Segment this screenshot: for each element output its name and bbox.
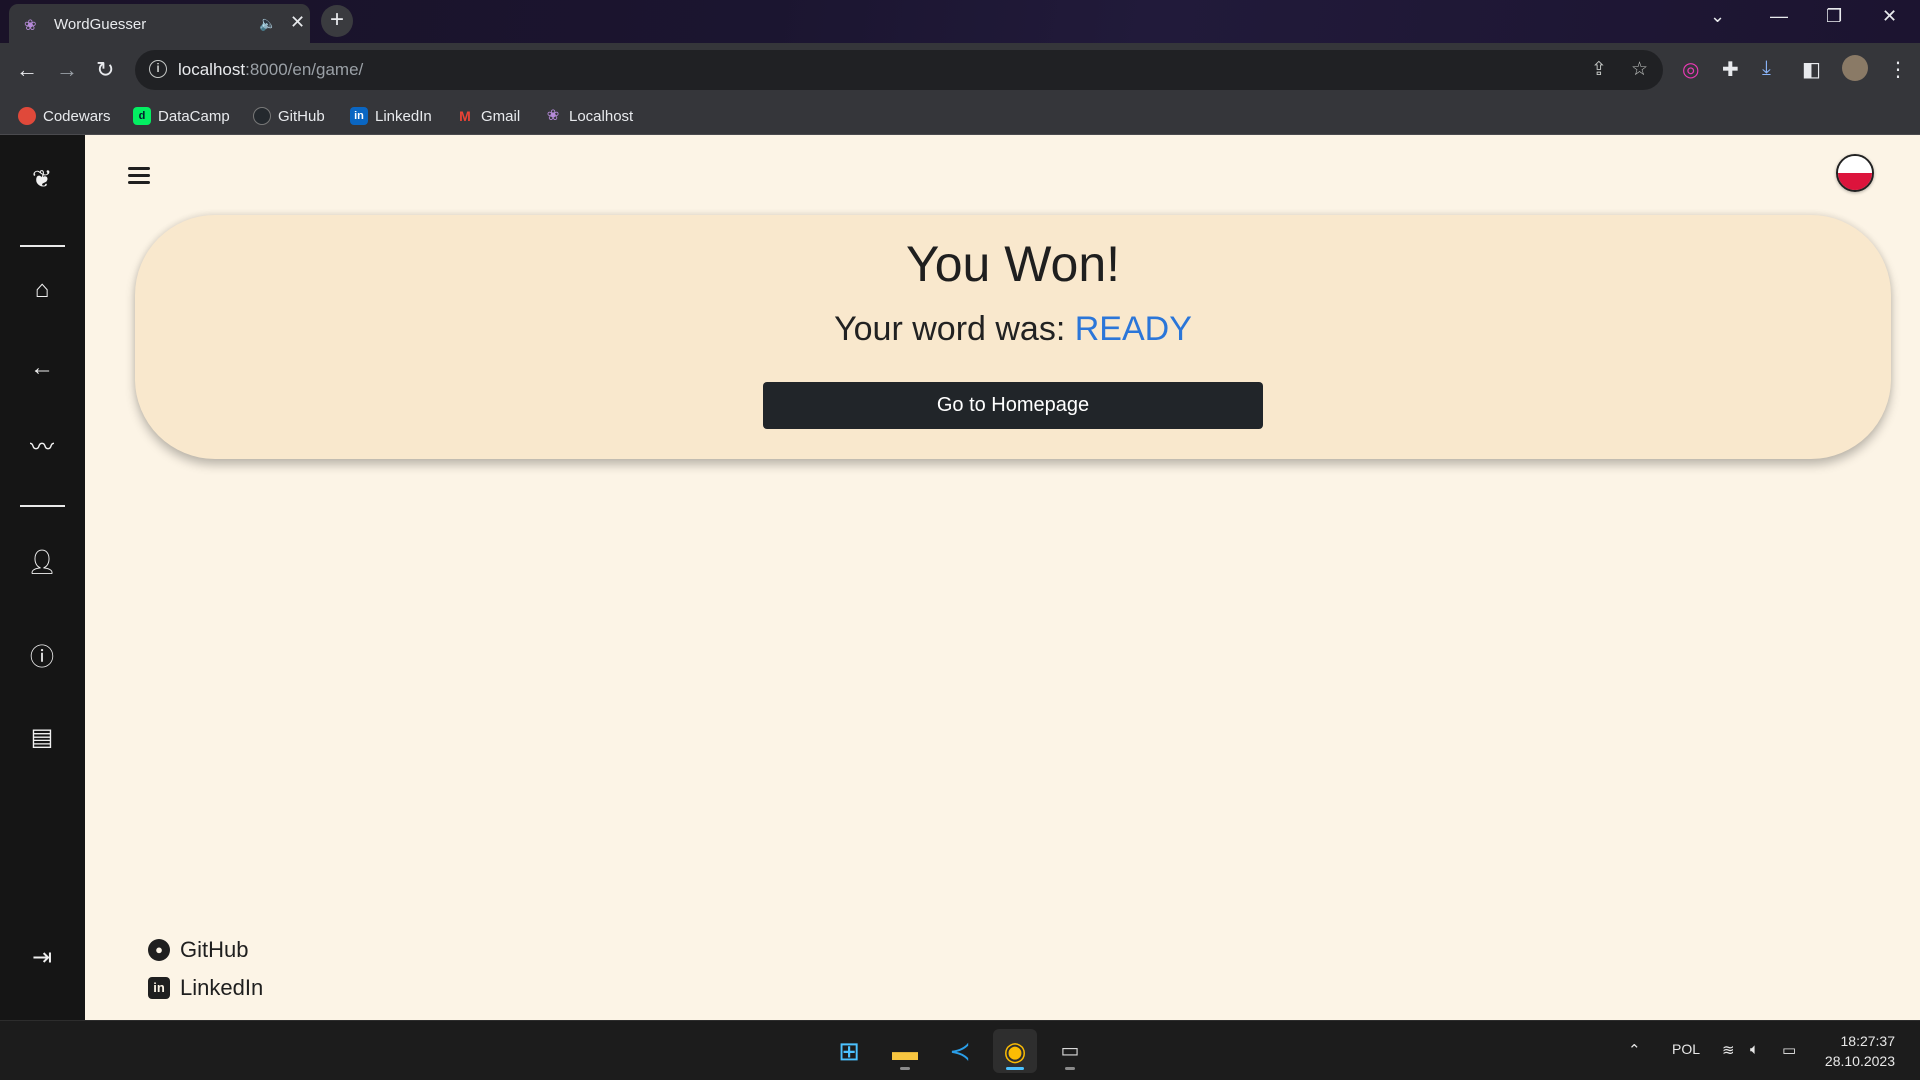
terminal-icon[interactable]: ▭	[1048, 1029, 1092, 1073]
subtitle-prefix: Your word was:	[834, 310, 1066, 348]
side-panel-icon[interactable]: ◧	[1802, 57, 1821, 82]
address-bar[interactable]: i localhost:8000/en/game/ ⇪ ☆	[135, 50, 1663, 90]
bookmark-label: LinkedIn	[375, 107, 432, 125]
chrome-icon[interactable]: ◉	[993, 1029, 1037, 1073]
bookmark-label: GitHub	[278, 107, 325, 125]
volume-icon[interactable]: 🔈︎	[1750, 1041, 1759, 1058]
downloads-icon[interactable]: ⤓	[1762, 57, 1771, 80]
back-arrow-icon[interactable]: ←	[16, 57, 38, 83]
logout-icon[interactable]: ⇥	[27, 943, 57, 973]
tab-close-icon[interactable]: ✕	[290, 12, 305, 33]
codewars-icon	[18, 107, 36, 125]
menu-hamburger-icon[interactable]	[128, 167, 150, 185]
extension-color-icon[interactable]: ◎	[1682, 57, 1699, 82]
minimize-icon[interactable]: —	[1770, 6, 1788, 27]
page-content: ❦ ⌂ ← 〰 👤︎ ⓘ ▤ ⇥ You Won! Your word was:…	[0, 135, 1920, 1020]
lotus-icon: ❀	[546, 107, 560, 124]
bookmark-datacamp[interactable]: d DataCamp	[133, 106, 230, 126]
language-flag-pl-icon[interactable]	[1836, 154, 1874, 192]
linkedin-icon: in	[148, 977, 170, 999]
forward-arrow-icon[interactable]: →	[56, 57, 78, 83]
tab-audio-icon[interactable]: 🔈	[259, 15, 276, 32]
clock-date: 28.10.2023	[1824, 1053, 1895, 1069]
tab-title: WordGuesser	[54, 16, 147, 33]
bookmark-github[interactable]: GitHub	[253, 106, 325, 126]
sidebar-divider	[20, 505, 65, 507]
linkedin-icon: in	[350, 107, 368, 125]
sidebar-divider	[20, 245, 65, 247]
file-explorer-icon[interactable]: ▬	[883, 1029, 927, 1073]
github-icon	[253, 107, 271, 125]
vscode-icon[interactable]: ≺	[938, 1029, 982, 1073]
system-clock[interactable]: 18:27:37 28.10.2023	[1810, 1031, 1895, 1071]
tab-search-chevron-icon[interactable]: ⌄	[1710, 6, 1725, 27]
lotus-favicon-icon: ❀	[24, 17, 37, 34]
calendar-icon[interactable]: ▤	[27, 723, 57, 753]
result-card: You Won! Your word was: READY Go to Home…	[135, 215, 1891, 459]
info-icon[interactable]: ⓘ	[27, 643, 57, 673]
result-title: You Won!	[905, 236, 1121, 292]
language-indicator[interactable]: POL	[1672, 1041, 1700, 1057]
restore-icon[interactable]: ❐	[1826, 6, 1842, 27]
stats-wave-icon[interactable]: 〰	[27, 433, 57, 463]
tray-chevron-icon[interactable]: ⌃	[1628, 1041, 1641, 1059]
browser-tab-active[interactable]: ❀ WordGuesser 🔈 ✕	[9, 4, 310, 43]
bookmark-codewars[interactable]: Codewars	[18, 106, 111, 126]
reload-icon[interactable]: ↻	[96, 57, 114, 83]
bookmarks-bar: Codewars d DataCamp GitHub in LinkedIn M…	[0, 98, 1920, 135]
bookmark-label: Codewars	[43, 107, 111, 125]
footer-link-label: GitHub	[180, 937, 249, 962]
window-close-icon[interactable]: ✕	[1882, 6, 1897, 27]
profile-avatar[interactable]	[1842, 55, 1868, 81]
gmail-icon: M	[456, 107, 474, 125]
url-text[interactable]: localhost:8000/en/game/	[178, 60, 363, 80]
bookmark-label: DataCamp	[158, 107, 230, 125]
bookmark-linkedin[interactable]: in LinkedIn	[350, 106, 432, 126]
browser-toolbar: ← → ↻ i localhost:8000/en/game/ ⇪ ☆ ◎ ✚ …	[0, 43, 1920, 98]
footer-linkedin-link[interactable]: in LinkedIn	[148, 975, 263, 1001]
lotus-logo-icon[interactable]: ❦	[27, 165, 57, 195]
share-icon[interactable]: ⇪	[1591, 58, 1607, 81]
site-info-icon[interactable]: i	[149, 60, 167, 78]
user-icon[interactable]: 👤︎	[27, 548, 57, 578]
bookmark-gmail[interactable]: M Gmail	[456, 106, 520, 126]
browser-menu-icon[interactable]: ⋮	[1888, 57, 1908, 82]
windows-start-icon[interactable]: ⊞	[827, 1029, 871, 1073]
extensions-puzzle-icon[interactable]: ✚	[1722, 57, 1739, 82]
back-icon[interactable]: ←	[27, 353, 57, 383]
home-icon[interactable]: ⌂	[27, 275, 57, 305]
footer-link-label: LinkedIn	[180, 975, 264, 1000]
battery-icon[interactable]: ▭	[1782, 1041, 1796, 1059]
new-tab-button[interactable]: +	[321, 5, 353, 37]
github-icon: ●	[148, 939, 170, 961]
bookmark-localhost[interactable]: ❀ Localhost	[544, 106, 634, 126]
wifi-icon[interactable]: ≋	[1722, 1041, 1735, 1059]
datacamp-icon: d	[133, 107, 151, 125]
bookmark-label: Gmail	[481, 107, 521, 125]
result-subtitle: Your word was: READY	[135, 310, 1891, 349]
browser-tab-strip: ❀ WordGuesser 🔈 ✕ + ⌄ — ❐ ✕	[0, 0, 1920, 43]
windows-taskbar: ⊞ ▬ ≺ ◉ ▭ ⌃ POL ≋ 🔈︎ ▭ 18:27:37 28.10.20…	[0, 1020, 1920, 1080]
go-to-homepage-button[interactable]: Go to Homepage	[763, 382, 1263, 429]
guessed-word: READY	[1074, 310, 1192, 348]
footer-github-link[interactable]: ● GitHub	[148, 937, 248, 963]
bookmark-star-icon[interactable]: ☆	[1631, 58, 1648, 81]
bookmark-label: Localhost	[569, 107, 634, 125]
sidebar: ❦ ⌂ ← 〰 👤︎ ⓘ ▤ ⇥	[0, 135, 85, 1020]
clock-time: 18:27:37	[1840, 1033, 1896, 1049]
